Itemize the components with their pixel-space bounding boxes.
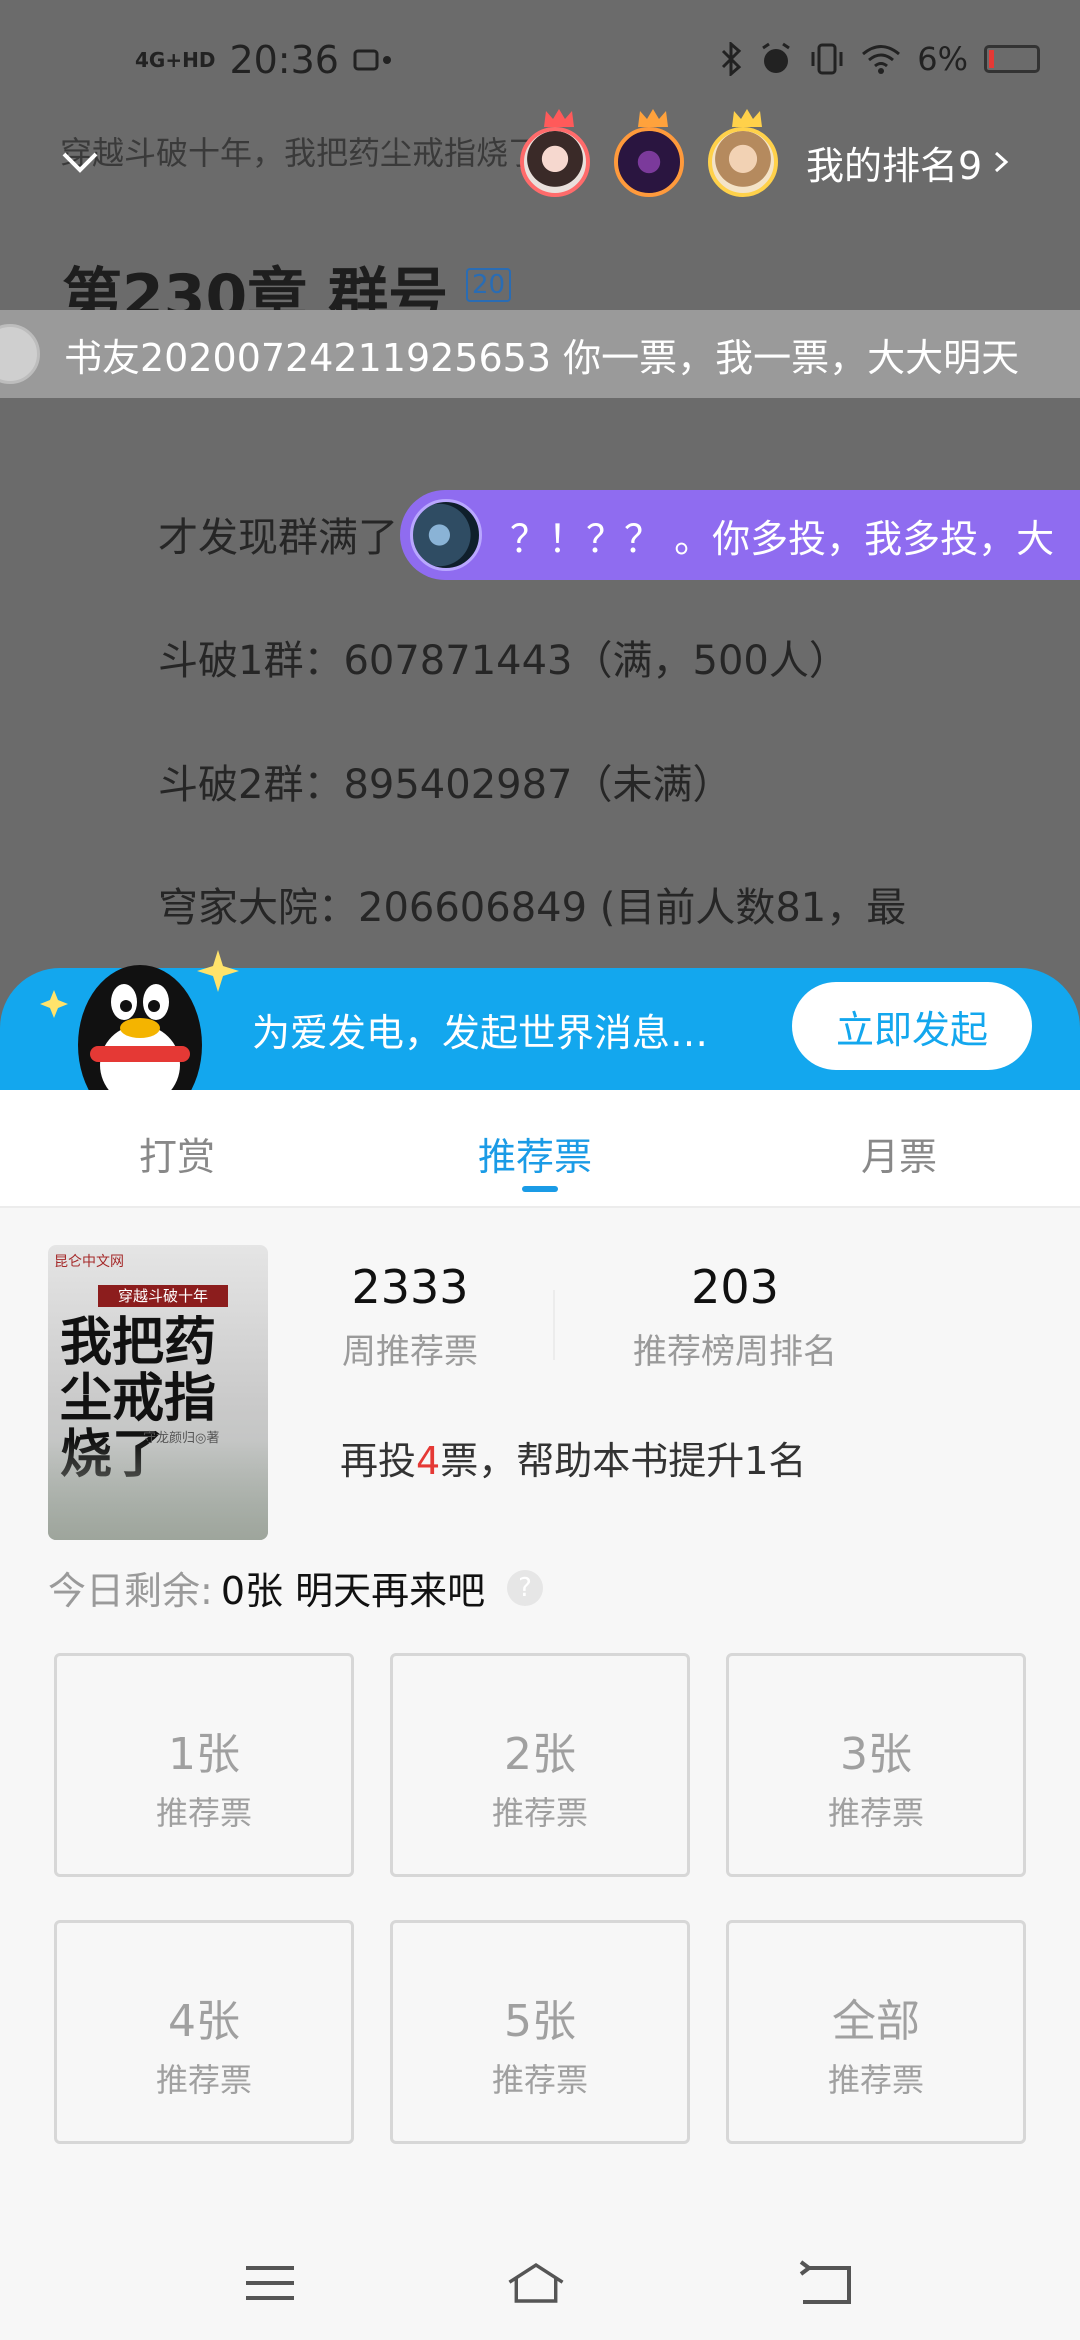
option-amount: 2张 [504,1729,576,1780]
top-fan-avatar-1 [520,109,590,197]
remaining-label: 今日剩余: [48,1569,213,1613]
collapse-chevron-icon[interactable] [60,142,100,182]
option-label: 推荐票 [155,1794,252,1832]
paragraph: 斗破2群：895402987（未满） [158,762,733,808]
vote-sheet: 打赏 推荐票 月票 昆仑中文网 穿越斗破十年 我把药尘戒指烧了 守龙颜归◎著 2… [0,1090,1080,2340]
vibrate-icon [811,43,843,75]
tab-recommend-ticket[interactable]: 推荐票 [478,1126,592,1181]
cover-banner: 穿越斗破十年 [98,1285,228,1307]
crown-icon [732,109,762,127]
status-bar: 4G+HD 20:36 6% [0,0,1080,120]
stat-divider [553,1290,555,1360]
option-label: 推荐票 [827,2061,924,2099]
option-amount: 5张 [504,1996,576,2047]
fan-rank-pill[interactable]: 我的排名9 [520,109,1012,202]
weekly-votes-stat: 2333 周推荐票 [330,1260,490,1373]
tab-indicator [522,1186,558,1192]
chapter-comment-count-badge[interactable]: 20 [466,268,512,302]
weekly-votes-value: 2333 [351,1260,469,1314]
danmu-text: ？！？？ 。你多投，我多投，大 [510,516,1055,561]
option-label: 推荐票 [155,2061,252,2099]
paragraph: 穹家大院：206606849 (目前人数81，最 [158,885,907,931]
tip-prefix: 再投 [340,1439,417,1483]
back-icon[interactable] [795,2258,855,2308]
status-left: 4G+HD 20:36 [135,38,393,82]
tab-monthly-ticket[interactable]: 月票 [861,1126,937,1181]
status-right: 6% [719,40,1040,78]
danmu-avatar [410,499,482,571]
option-amount: 4张 [168,1996,240,2047]
remaining-value: 0张 明天再来吧 [220,1569,486,1613]
my-rank-label: 我的排名9 [806,143,983,188]
tip-suffix: 票，帮助本书提升1名 [440,1439,807,1483]
vote-option-2[interactable]: 2张 推荐票 [390,1653,690,1877]
chevron-right-icon [995,151,1009,173]
alarm-icon [762,42,791,73]
bluetooth-icon [722,42,742,76]
notification-icon [353,49,391,71]
danmu-avatar [0,324,40,384]
danmu-bubble-highlight: ？！？？ 。你多投，我多投，大 [400,490,1080,580]
option-amount: 1张 [168,1729,240,1780]
option-label: 推荐票 [491,1794,588,1832]
crown-icon [544,109,574,127]
option-label: 推荐票 [491,2061,588,2099]
paragraph: 斗破1群：607871443（满，500人） [158,638,849,684]
system-nav-bar [0,2210,1080,2340]
top-fan-avatar-3 [708,109,778,197]
battery-icon [984,45,1040,73]
vote-option-all[interactable]: 全部 推荐票 [726,1920,1026,2144]
option-amount: 全部 [832,1996,920,2047]
weekly-rank-stat: 203 推荐榜周排名 [620,1260,850,1373]
promo-text: 为爱发电，发起世界消息… [252,1011,709,1055]
top-fan-avatar-2 [614,109,684,197]
signal-indicator: 4G+HD [135,48,216,72]
tab-reward[interactable]: 打赏 [139,1126,215,1181]
battery-percent: 6% [917,40,968,78]
home-icon[interactable] [506,2258,566,2308]
book-title-line: 穿越斗破十年，我把药尘戒指烧了 [60,134,541,172]
help-icon[interactable]: ? [507,1569,544,1606]
vote-option-5[interactable]: 5张 推荐票 [390,1920,690,2144]
clock: 20:36 [229,38,339,82]
option-amount: 3张 [840,1729,912,1780]
danmu-bubble: 书友20200724211925653 你一票，我一票，大大明天 [0,310,1080,398]
penguin-mascot-icon [40,950,239,1090]
remaining-today: 今日剩余: 0张 明天再来吧 ? [48,1560,544,1615]
crown-icon [638,109,668,127]
vote-option-4[interactable]: 4张 推荐票 [54,1920,354,2144]
vote-option-3[interactable]: 3张 推荐票 [726,1653,1026,1877]
tip-count: 4 [416,1439,441,1483]
vote-tabs: 打赏 推荐票 月票 [0,1090,1080,1208]
cover-mountain-art [48,1440,268,1540]
reader-background: 4G+HD 20:36 6% 穿越斗破十年，我把药尘戒指烧了 我的排名9 第23… [0,0,1080,1090]
option-label: 推荐票 [827,1794,924,1832]
cover-publisher: 昆仑中文网 [54,1254,124,1270]
weekly-votes-label: 周推荐票 [342,1332,478,1372]
wifi-icon [862,45,901,74]
vote-option-1[interactable]: 1张 推荐票 [54,1653,354,1877]
menu-icon[interactable] [240,2258,300,2308]
weekly-rank-value: 203 [691,1260,779,1314]
weekly-rank-label: 推荐榜周排名 [633,1332,837,1372]
danmu-text: 书友20200724211925653 你一票，我一票，大大明天 [64,335,1020,380]
rank-boost-tip: 再投4票，帮助本书提升1名 [340,1430,806,1485]
book-cover: 昆仑中文网 穿越斗破十年 我把药尘戒指烧了 守龙颜归◎著 [48,1245,268,1540]
paragraph: 才发现群满了 [158,515,398,561]
launch-now-button[interactable]: 立即发起 [792,982,1032,1070]
